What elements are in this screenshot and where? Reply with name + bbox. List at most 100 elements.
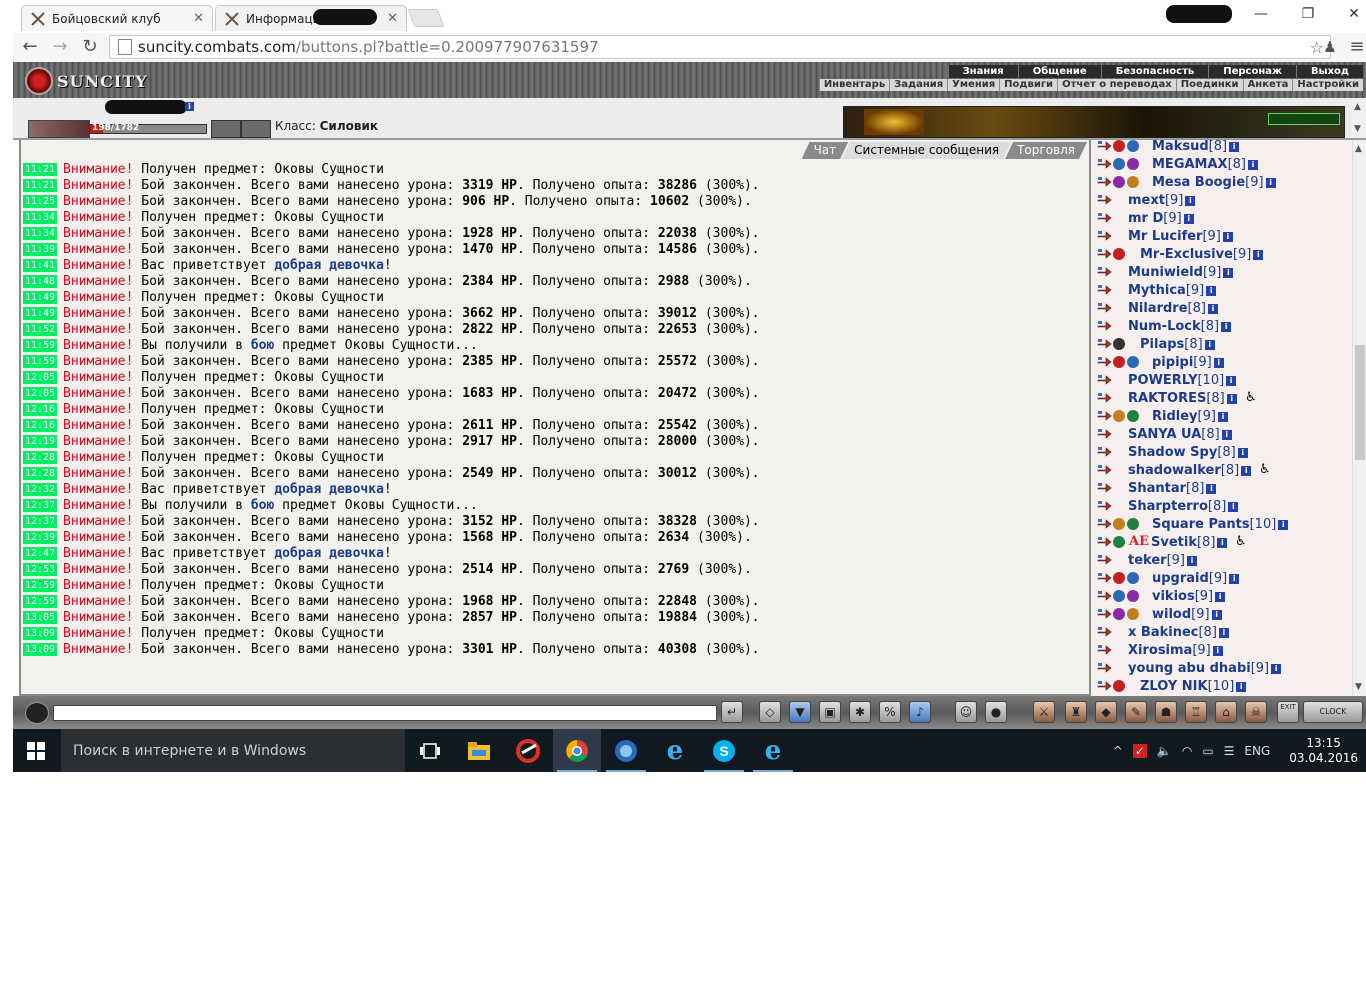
extension-icon[interactable]: ♟ [1319,37,1341,57]
private-message-icon[interactable] [1097,410,1112,422]
user-name[interactable]: Mr Lucifer[9] i [1128,229,1233,244]
clan-badge-icon[interactable] [1113,338,1125,350]
timestamp[interactable]: 12:28 [23,467,57,480]
user-row[interactable]: Pilaps[8] i [1091,336,1352,354]
music-icon[interactable]: ♪ [909,701,931,723]
menu-communication[interactable]: Общение [1017,65,1101,78]
user-row[interactable]: Shadow Spy[8] i [1091,444,1352,462]
private-message-icon[interactable] [1097,266,1112,278]
user-name[interactable]: x Bakinec[8] i [1128,625,1229,640]
private-message-icon[interactable] [1097,392,1112,404]
clan-badge-icon[interactable] [1127,158,1139,170]
clock-button[interactable]: CLOCK [1303,701,1363,723]
info-icon[interactable]: i [1223,268,1234,278]
info-icon[interactable]: i [1211,610,1222,620]
timestamp[interactable]: 11:49 [23,291,57,304]
menu-settings[interactable]: Настройки [1292,79,1363,91]
private-message-icon[interactable] [1097,662,1112,674]
private-message-icon[interactable] [1097,374,1112,386]
volume-icon[interactable]: 🔈 [1157,744,1172,758]
address-bar[interactable]: suncity.combats.com/buttons.pl?battle=0.… [109,35,1331,59]
private-message-icon[interactable] [1097,590,1112,602]
info-icon[interactable]: i [1271,664,1282,674]
info-icon[interactable]: i [1215,592,1226,602]
user-name[interactable]: Ridley[9] i [1152,409,1228,424]
info-icon[interactable]: i [1206,484,1217,494]
user-row[interactable]: Mesa Boogie[9] i [1091,174,1352,192]
timestamp[interactable]: 12:59 [23,579,57,592]
info-icon[interactable]: i [1226,394,1237,404]
user-row[interactable]: shadowalker[8] i ♿ [1091,462,1352,480]
info-icon[interactable]: i [1186,556,1197,566]
equipment-slot[interactable] [211,120,241,138]
avatar[interactable] [28,120,90,138]
info-icon[interactable]: i [1241,466,1252,476]
user-name[interactable]: SANYA UA[8] i [1128,427,1232,442]
timestamp[interactable]: 13:09 [23,643,57,656]
maximize-icon[interactable]: ❐ [1298,6,1318,22]
private-message-icon[interactable] [1097,212,1112,224]
scroll-down-icon[interactable]: ▼ [1354,124,1361,134]
clan-badge-icon[interactable] [1127,356,1139,368]
user-row[interactable]: Nilardre[8] i [1091,300,1352,318]
clan-badge-icon[interactable] [1127,590,1139,602]
helmet-icon[interactable]: ☗ [1155,701,1177,723]
bottle-icon[interactable]: ♜ [1065,701,1087,723]
timestamp[interactable]: 12:16 [23,419,57,432]
user-name[interactable]: MEGAMAX[8] i [1152,157,1258,172]
new-tab-button[interactable] [407,9,445,27]
wifi-icon[interactable]: ◠ [1182,744,1192,758]
tab-trade[interactable]: Торговля [1005,142,1087,159]
info-icon[interactable]: i [1221,322,1232,332]
timestamp[interactable]: 11:48 [23,275,57,288]
clan-badge-icon[interactable] [1127,608,1139,620]
timestamp[interactable]: 13:09 [23,627,57,640]
user-row[interactable]: Xirosima[9] i [1091,642,1352,660]
info-icon[interactable]: i [1236,682,1247,692]
clan-badge-icon[interactable] [1113,680,1125,692]
ie-icon[interactable]: e [749,729,797,772]
info-icon[interactable]: i [185,102,194,111]
private-message-icon[interactable] [1097,464,1112,476]
clan-badge-icon[interactable] [1113,158,1125,170]
user-name[interactable]: Sharpterro[8] i [1128,499,1239,514]
castle-icon[interactable]: ♖ [1185,701,1207,723]
timestamp[interactable]: 12:59 [23,595,57,608]
user-row[interactable]: Muniwield[9] i [1091,264,1352,282]
user-row[interactable]: Square Pants[10] i [1091,516,1352,534]
info-icon[interactable]: i [1222,232,1233,242]
private-message-icon[interactable] [1097,608,1112,620]
private-message-icon[interactable] [1097,500,1112,512]
close-icon[interactable]: ✕ [193,11,204,26]
user-name[interactable]: teker[9] i [1128,553,1197,568]
user-name[interactable]: Pilaps[8] i [1140,337,1215,352]
clan-badge-icon[interactable] [1127,518,1139,530]
info-icon[interactable]: i [1229,574,1240,584]
private-message-icon[interactable] [1097,446,1112,458]
user-name[interactable]: shadowalker[8] i [1128,463,1252,478]
private-message-icon[interactable] [1097,320,1112,332]
clan-badge-icon[interactable] [1113,536,1125,548]
timestamp[interactable]: 11:21 [23,179,57,192]
menu-icon[interactable]: ≡ [1346,37,1366,57]
private-message-icon[interactable] [1097,356,1112,368]
user-row[interactable]: MEGAMAX[8] i [1091,156,1352,174]
user-name[interactable]: Shadow Spy[8] i [1128,445,1248,460]
private-message-icon[interactable] [1097,140,1112,152]
chat-input[interactable] [53,705,717,721]
mask-icon[interactable]: ● [985,701,1007,723]
info-icon[interactable]: i [1212,646,1223,656]
private-message-icon[interactable] [1097,482,1112,494]
info-icon[interactable]: i [1229,142,1240,152]
info-icon[interactable]: i [1226,376,1237,386]
private-message-icon[interactable] [1097,158,1112,170]
timestamp[interactable]: 12:05 [23,387,57,400]
info-icon[interactable]: i [1217,412,1228,422]
user-row[interactable]: wilod[9] i [1091,606,1352,624]
private-message-icon[interactable] [1097,302,1112,314]
fighter-icon[interactable]: ✱ [849,701,871,723]
ad-banner[interactable] [843,106,1345,138]
user-name[interactable]: Nilardre[8] i [1128,301,1218,316]
task-view-icon[interactable] [406,729,454,772]
user-name[interactable]: Shantar[8] i [1128,481,1217,496]
